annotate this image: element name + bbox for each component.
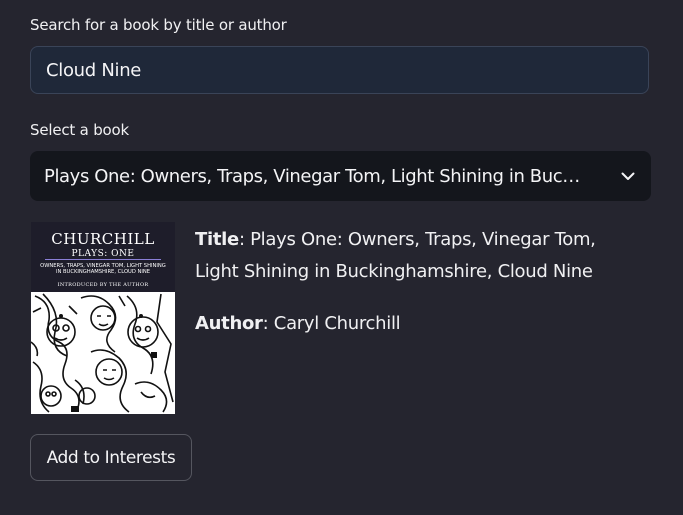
app-main: Search for a book by title or author Sel… bbox=[0, 0, 683, 515]
book-details: Title: Plays One: Owners, Traps, Vinegar… bbox=[195, 224, 635, 340]
author-key: Author bbox=[195, 313, 263, 334]
author-value: : Caryl Churchill bbox=[262, 313, 401, 334]
cover-volume-text: PLAYS: ONE bbox=[71, 249, 135, 259]
book-select[interactable]: Plays One: Owners, Traps, Vinegar Tom, L… bbox=[30, 151, 651, 201]
cover-rule bbox=[45, 259, 161, 260]
cover-illustration bbox=[31, 292, 175, 414]
search-label: Search for a book by title or author bbox=[30, 16, 287, 34]
select-label: Select a book bbox=[30, 121, 129, 139]
title-key: Title bbox=[195, 229, 239, 250]
search-field[interactable] bbox=[30, 46, 649, 94]
cover-intro-text: INTRODUCED BY THE AUTHOR bbox=[57, 282, 149, 288]
author-line: Author: Caryl Churchill bbox=[195, 308, 635, 340]
cover-header: CHURCHILL PLAYS: ONE OWNERS, TRAPS, VINE… bbox=[31, 222, 175, 292]
title-value: : Plays One: Owners, Traps, Vinegar Tom,… bbox=[195, 229, 596, 282]
add-to-interests-button[interactable]: Add to Interests bbox=[30, 434, 192, 481]
cover-author-text: CHURCHILL bbox=[51, 230, 155, 248]
book-cover-image: CHURCHILL PLAYS: ONE OWNERS, TRAPS, VINE… bbox=[31, 222, 175, 414]
chevron-down-icon[interactable] bbox=[619, 167, 637, 185]
book-select-value: Plays One: Owners, Traps, Vinegar Tom, L… bbox=[44, 165, 606, 187]
cover-contents-text: OWNERS, TRAPS, VINEGAR TOM, LIGHT SHININ… bbox=[40, 263, 166, 275]
search-input[interactable] bbox=[31, 47, 648, 93]
title-line: Title: Plays One: Owners, Traps, Vinegar… bbox=[195, 224, 635, 288]
